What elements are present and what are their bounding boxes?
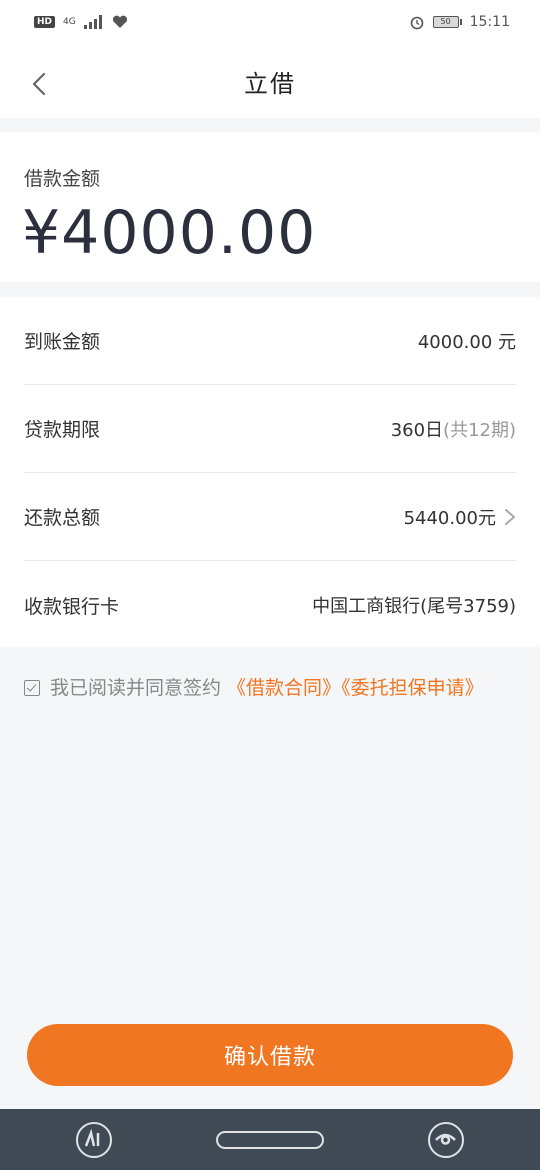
row-label: 收款银行卡 (24, 595, 120, 618)
nav-bar: 立借 (0, 44, 540, 118)
bank-card-value: 中国工商银行(尾号3759) (312, 596, 516, 617)
loan-term-installments: (共12期) (443, 419, 516, 441)
loan-amount-label: 借款金额 (24, 168, 101, 190)
loan-details-card: 到账金额 4000.00 元 贷款期限 360日 (共12期) 还款总额 5440… (0, 297, 540, 647)
agreement-checkbox[interactable] (24, 680, 40, 696)
status-time: 15:11 (469, 14, 510, 30)
loan-amount-value: ¥4000.00 (22, 198, 317, 268)
chevron-right-icon (505, 508, 516, 525)
row-label: 还款总额 (24, 507, 101, 529)
status-left: HD 4G (34, 15, 128, 29)
row-value: 中国工商银行(尾号3759) (312, 592, 516, 618)
alarm-icon (410, 16, 423, 30)
agreement-section: 我已阅读并同意签约 《借款合同》《委托担保申请》 (24, 672, 494, 704)
status-bar: HD 4G 50 15:11 (0, 0, 540, 44)
loan-contract-link[interactable]: 《借款合同》 (227, 677, 341, 699)
battery-level: 50 (432, 16, 459, 28)
battery-icon: 50 (432, 16, 462, 28)
loan-amount-card: 借款金额 ¥4000.00 (0, 132, 540, 282)
row-value: 360日 (共12期) (391, 416, 516, 442)
eye-icon[interactable] (428, 1122, 464, 1158)
row-label: 到账金额 (24, 331, 101, 353)
guarantee-application-link[interactable]: 《委托担保申请》 (341, 677, 484, 699)
back-arrow-icon[interactable] (28, 72, 52, 96)
loan-term-value: 360日 (390, 419, 444, 441)
home-pill[interactable] (216, 1131, 324, 1149)
row-value: 5440.00元 (404, 504, 516, 530)
detail-row-total-repayment[interactable]: 还款总额 5440.00元 (24, 473, 516, 561)
confirm-loan-button[interactable]: 确认借款 (27, 1024, 513, 1086)
assistant-icon[interactable] (76, 1122, 112, 1158)
row-value: 4000.00 元 (418, 328, 516, 354)
total-repayment-value: 5440.00元 (403, 507, 496, 529)
detail-row-bank-card: 收款银行卡 中国工商银行(尾号3759) (24, 561, 516, 649)
hd-badge: HD (34, 16, 56, 28)
agreement-text: 我已阅读并同意签约 (50, 677, 228, 699)
row-label: 贷款期限 (24, 419, 101, 441)
network-label: 4G (63, 17, 76, 27)
detail-row-loan-term: 贷款期限 360日 (共12期) (24, 385, 516, 473)
health-heart-icon (112, 15, 127, 28)
system-nav-bar (0, 1109, 540, 1170)
received-amount-value: 4000.00 元 (417, 331, 516, 353)
page-title: 立借 (244, 69, 296, 98)
detail-row-received-amount: 到账金额 4000.00 元 (24, 297, 516, 385)
signal-icon (83, 15, 102, 29)
status-right: 50 15:11 (409, 14, 510, 30)
